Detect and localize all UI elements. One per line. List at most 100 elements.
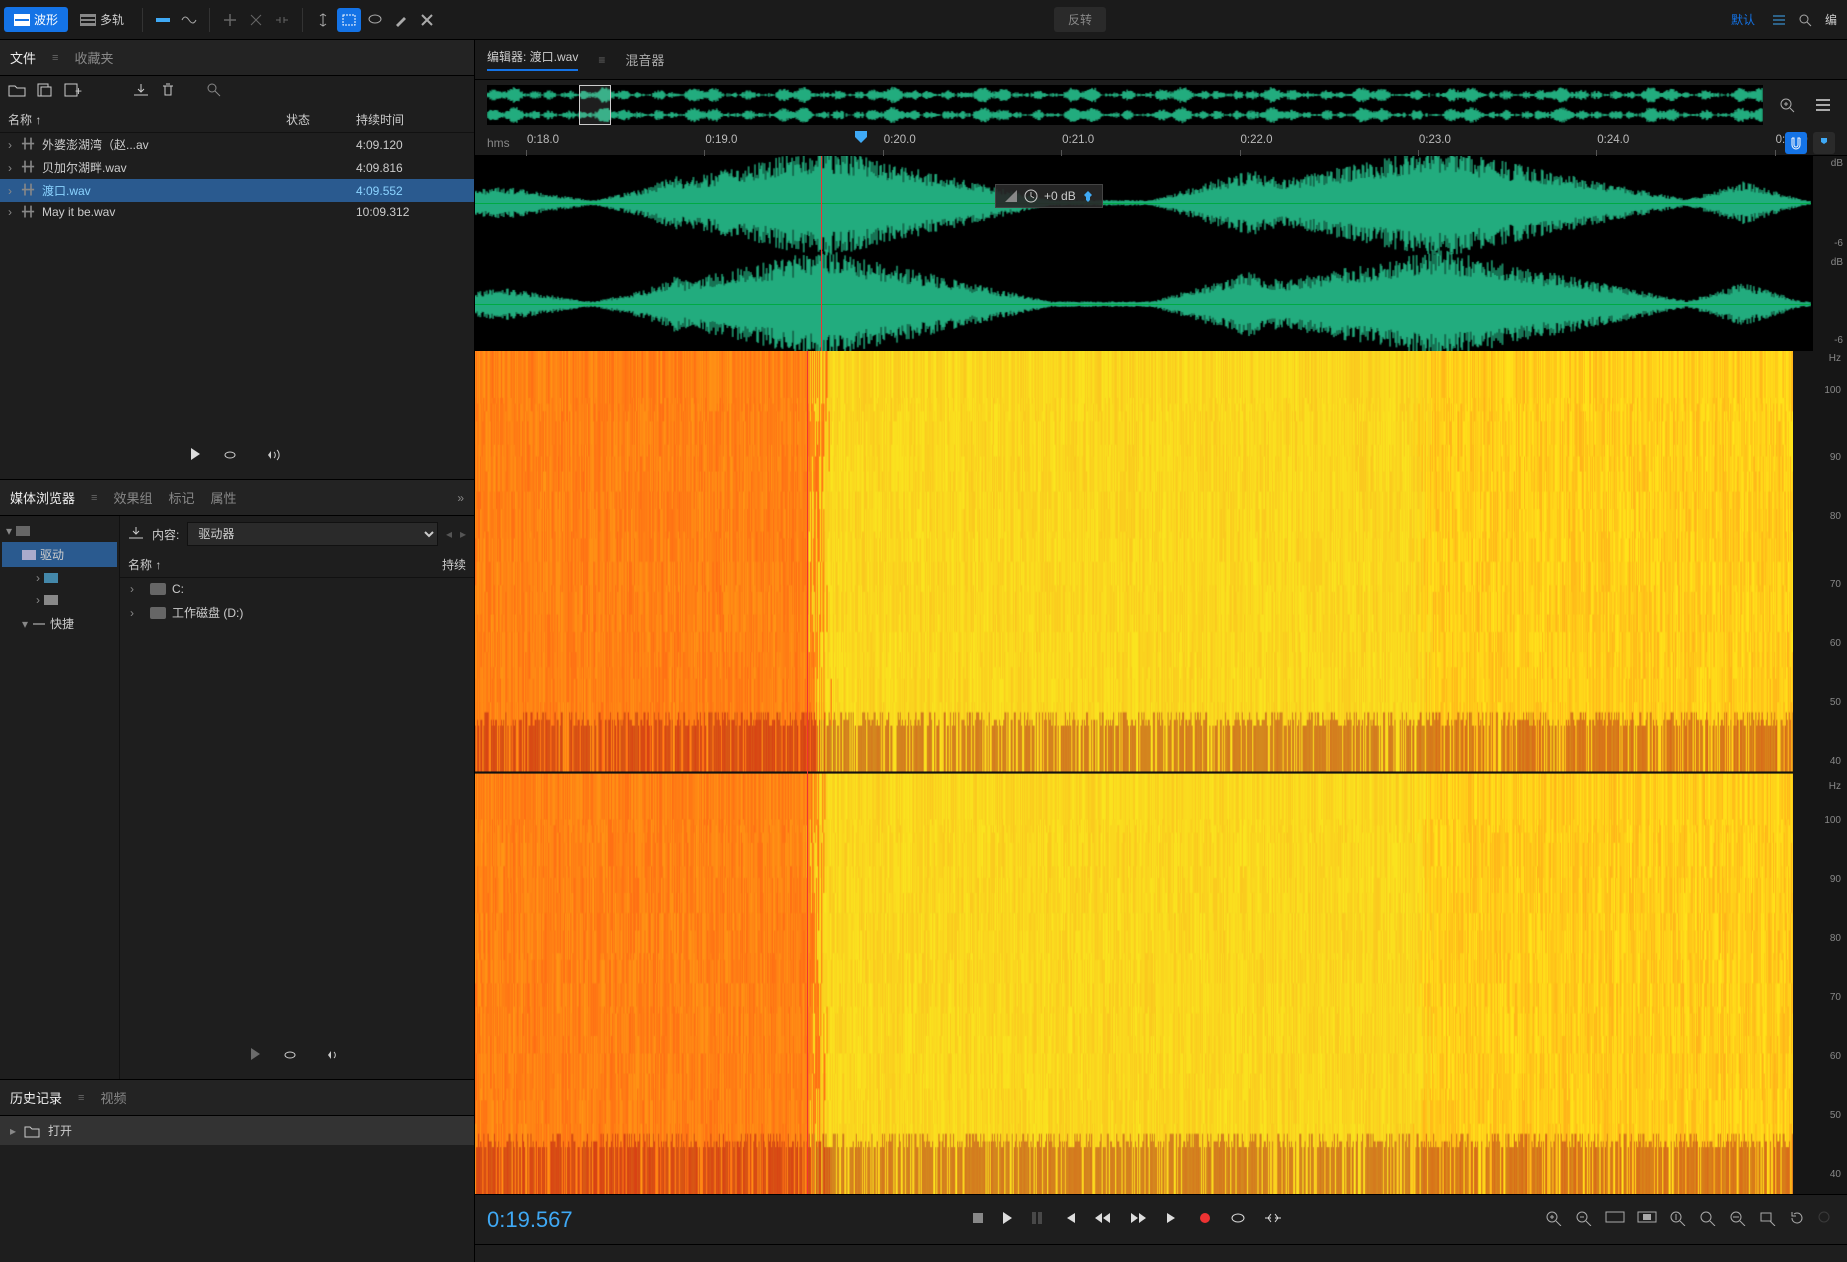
drive-row[interactable]: › 工作磁盘 (D:) [120, 600, 474, 625]
time-select-tool-icon[interactable] [311, 8, 335, 32]
open-file-icon[interactable] [8, 83, 26, 100]
tab-properties[interactable]: 属性 [210, 488, 236, 507]
loop-preview-button[interactable] [282, 1048, 300, 1065]
slip-tool-icon[interactable] [270, 8, 294, 32]
tree-shortcuts-row[interactable]: ▾快捷 [2, 611, 117, 636]
back-icon[interactable]: ◂ [446, 527, 452, 541]
spectral-freq-icon[interactable] [151, 8, 175, 32]
tab-files[interactable]: 文件 [10, 48, 36, 67]
history-item[interactable]: ▸ 打开 [0, 1116, 474, 1145]
trash-icon[interactable] [160, 82, 176, 101]
brush-tool-icon[interactable] [389, 8, 413, 32]
tab-favorites[interactable]: 收藏夹 [74, 48, 113, 67]
panel-overflow-icon[interactable]: » [457, 491, 464, 505]
tab-markers[interactable]: 标记 [168, 488, 194, 507]
tree-drives-row[interactable]: 驱动 [2, 542, 117, 567]
spectrogram-display[interactable]: Hz 100 90 80 70 60 50 40 Hz 100 90 80 70… [475, 351, 1847, 1194]
tab-video[interactable]: 视频 [100, 1088, 126, 1107]
autoplay-button[interactable] [322, 1048, 344, 1065]
next-button[interactable] [1166, 1211, 1180, 1228]
panel-menu-icon[interactable]: ≡ [598, 53, 605, 67]
tab-editor[interactable]: 编辑器: 渡口.wav [487, 48, 578, 71]
workspace-default-button[interactable]: 默认 [1721, 11, 1765, 28]
tab-effects[interactable]: 效果组 [113, 488, 152, 507]
skip-selection-button[interactable] [1264, 1211, 1282, 1228]
search-input[interactable] [206, 82, 466, 101]
file-row[interactable]: › ╋╋ 贝加尔湖畔.wav 4:09.816 [0, 156, 474, 179]
zoom-custom-icon[interactable] [1817, 1210, 1835, 1229]
rewind-button[interactable] [1094, 1211, 1112, 1228]
content-select[interactable]: 驱动器 [187, 522, 438, 546]
list-view-icon[interactable] [1811, 93, 1835, 117]
overview-waveform[interactable] [487, 85, 1763, 125]
zoom-nav-icon[interactable] [1775, 93, 1799, 117]
expand-icon[interactable]: › [8, 138, 22, 152]
file-row[interactable]: › ╋╋ 渡口.wav 4:09.552 [0, 179, 474, 202]
new-multitrack-icon[interactable]: + [64, 83, 82, 100]
col-status[interactable]: 状态 [286, 111, 356, 128]
timeline-ruler[interactable]: hms 0:18.00:19.00:20.00:21.00:22.00:23.0… [475, 130, 1847, 156]
record-button[interactable] [1198, 1211, 1212, 1228]
expand-icon[interactable]: › [8, 205, 22, 219]
zoom-full-icon[interactable] [1605, 1210, 1625, 1229]
waveform-display[interactable]: L R +0 dB dB -6 dB -6 [475, 156, 1847, 351]
gain-hud[interactable]: +0 dB [995, 184, 1103, 208]
prev-button[interactable] [1062, 1211, 1076, 1228]
fastfwd-button[interactable] [1130, 1211, 1148, 1228]
snap-icon[interactable] [1785, 132, 1807, 154]
zoom-in-time-icon[interactable] [1545, 1210, 1563, 1229]
invert-button[interactable]: 反转 [1054, 7, 1106, 32]
new-file-icon[interactable] [36, 83, 54, 100]
zoom-out-sel-icon[interactable] [1759, 1210, 1777, 1229]
view-multitrack-tab[interactable]: 多轨 [70, 7, 134, 32]
move-tool-icon[interactable] [218, 8, 242, 32]
play-preview-button[interactable] [251, 1048, 260, 1065]
import-icon[interactable] [132, 83, 150, 100]
autoplay-button[interactable] [262, 448, 284, 465]
razor-tool-icon[interactable] [244, 8, 268, 32]
marquee-tool-icon[interactable] [337, 8, 361, 32]
import-media-icon[interactable] [128, 526, 144, 543]
col-name[interactable]: 名称 ↑ [128, 556, 442, 573]
tree-subrow[interactable]: › [2, 589, 117, 611]
col-duration[interactable]: 持续时间 [356, 111, 466, 128]
panel-menu-icon[interactable]: ≡ [78, 1092, 84, 1104]
zoom-selection-icon[interactable] [1637, 1210, 1657, 1229]
play-preview-button[interactable] [191, 448, 200, 465]
zoom-out-amp-icon[interactable] [1699, 1210, 1717, 1229]
pause-button[interactable] [1030, 1211, 1044, 1228]
search-help-icon[interactable] [1793, 8, 1817, 32]
zoom-out-time-icon[interactable] [1575, 1210, 1593, 1229]
panel-menu-icon[interactable]: ≡ [91, 492, 97, 504]
col-name[interactable]: 名称 ↑ [8, 111, 286, 128]
tree-subrow[interactable]: › [2, 567, 117, 589]
lasso-tool-icon[interactable] [363, 8, 387, 32]
play-button[interactable] [1003, 1212, 1012, 1227]
col-duration[interactable]: 持续 [442, 556, 466, 573]
expand-icon[interactable]: › [130, 606, 144, 620]
zoom-in-amp-icon[interactable] [1669, 1210, 1687, 1229]
zoom-in-sel-icon[interactable] [1729, 1210, 1747, 1229]
expand-icon[interactable]: › [8, 184, 22, 198]
marker-tool-icon[interactable] [1813, 132, 1835, 154]
forward-icon[interactable]: ▸ [460, 527, 466, 541]
file-row[interactable]: › ╋╋ May it be.wav 10:09.312 [0, 202, 474, 222]
panel-menu-icon[interactable]: ≡ [52, 52, 58, 64]
pin-icon[interactable] [1082, 190, 1094, 202]
playhead-marker[interactable] [854, 130, 868, 147]
drive-row[interactable]: › C: [120, 578, 474, 600]
tab-mixer[interactable]: 混音器 [625, 50, 664, 69]
spectral-pitch-icon[interactable] [177, 8, 201, 32]
expand-icon[interactable]: › [8, 161, 22, 175]
view-waveform-tab[interactable]: 波形 [4, 7, 68, 32]
file-row[interactable]: › ╋╋ 外婆澎湖湾（赵...av 4:09.120 [0, 133, 474, 156]
workspace-menu-icon[interactable] [1767, 8, 1791, 32]
tab-history[interactable]: 历史记录 [10, 1088, 62, 1107]
stop-button[interactable] [971, 1211, 985, 1228]
loop-preview-button[interactable] [222, 448, 240, 465]
heal-tool-icon[interactable] [415, 8, 439, 32]
tree-expand-row[interactable]: ▾ [2, 520, 117, 542]
expand-icon[interactable]: › [130, 582, 144, 596]
loop-button[interactable] [1230, 1211, 1246, 1228]
tab-media-browser[interactable]: 媒体浏览器 [10, 488, 75, 507]
